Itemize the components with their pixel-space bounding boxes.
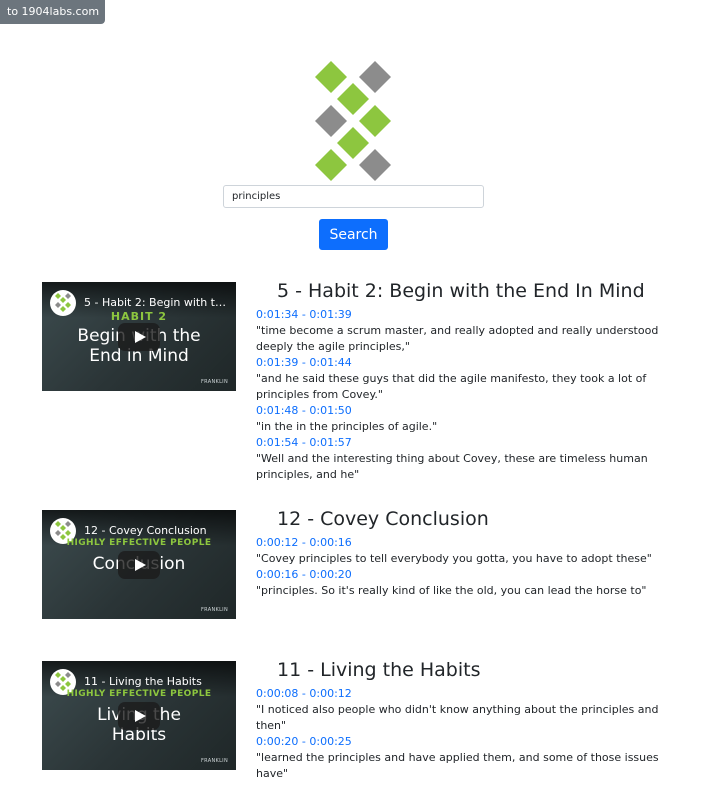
search-input[interactable] (223, 185, 484, 208)
video-player[interactable]: 11 - Living the Habits HIGHLY EFFECTIVE … (42, 661, 236, 770)
video-player[interactable]: 12 - Covey Conclusion HIGHLY EFFECTIVE P… (42, 510, 236, 619)
result-title: 11 - Living the Habits (277, 659, 481, 681)
video-title[interactable]: 11 - Living the Habits (84, 675, 230, 688)
transcript-snippet: "Well and the interesting thing about Co… (256, 452, 648, 481)
result-title: 12 - Covey Conclusion (277, 508, 489, 530)
timestamp-link[interactable]: 0:00:16 - 0:00:20 (256, 567, 666, 583)
transcript-snippet: "I noticed also people who didn't know a… (256, 703, 659, 732)
video-watermark: FRANKLIN (201, 607, 228, 613)
search-button[interactable]: Search (319, 219, 388, 250)
transcript-snippet: "Covey principles to tell everybody you … (256, 552, 652, 565)
play-icon[interactable] (118, 551, 160, 579)
timestamp-link[interactable]: 0:00:08 - 0:00:12 (256, 686, 666, 702)
transcript-snippet: "learned the principles and have applied… (256, 751, 659, 780)
timestamp-link[interactable]: 0:00:20 - 0:00:25 (256, 734, 666, 750)
timestamp-link[interactable]: 0:00:12 - 0:00:16 (256, 535, 666, 551)
timestamp-link[interactable]: 0:01:34 - 0:01:39 (256, 307, 666, 323)
play-icon[interactable] (118, 702, 160, 730)
play-icon[interactable] (118, 323, 160, 351)
video-overlay-subtitle: HIGHLY EFFECTIVE PEOPLE (66, 689, 212, 699)
video-watermark: FRANKLIN (201, 758, 228, 764)
back-to-site-link[interactable]: to 1904labs.com (0, 0, 105, 24)
video-overlay-subtitle: HIGHLY EFFECTIVE PEOPLE (66, 538, 212, 548)
timestamp-link[interactable]: 0:01:48 - 0:01:50 (256, 403, 666, 419)
timestamp-link[interactable]: 0:01:39 - 0:01:44 (256, 355, 666, 371)
timestamp-link[interactable]: 0:01:54 - 0:01:57 (256, 435, 666, 451)
transcript-snippet: "and he said these guys that did the agi… (256, 372, 647, 401)
transcript-snippet: "time become a scrum master, and really … (256, 324, 659, 353)
transcript-snippet: "principles. So it's really kind of like… (256, 584, 647, 597)
1904labs-logo (315, 61, 391, 181)
transcript-snippet: "in the in the principles of agile." (256, 420, 438, 433)
video-player[interactable]: 5 - Habit 2: Begin with the... HABIT 2 B… (42, 282, 236, 391)
video-watermark: FRANKLIN (201, 379, 228, 385)
result-title: 5 - Habit 2: Begin with the End In Mind (277, 280, 645, 302)
video-title[interactable]: 12 - Covey Conclusion (84, 524, 230, 537)
